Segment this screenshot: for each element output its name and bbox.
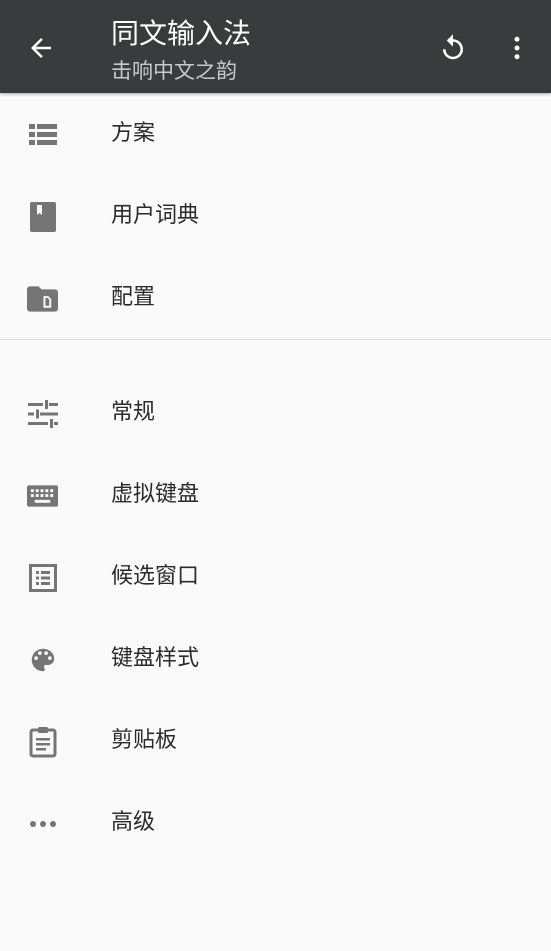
refresh-icon xyxy=(438,33,468,63)
list-item-label: 常规 xyxy=(111,400,156,425)
list-icon xyxy=(27,119,58,150)
list-item-user-dictionary[interactable]: 用户词典 xyxy=(0,175,551,257)
palette-icon xyxy=(27,644,58,675)
more-options-button[interactable] xyxy=(493,24,541,72)
list-item-candidate-window[interactable]: 候选窗口 xyxy=(0,536,551,618)
list-alt-icon xyxy=(27,562,58,593)
more-horiz-icon xyxy=(27,808,58,839)
folder-icon xyxy=(27,283,58,314)
list-item-label: 配置 xyxy=(111,285,156,310)
list-item-schemes[interactable]: 方案 xyxy=(0,93,551,175)
list-item-label: 虚拟键盘 xyxy=(111,482,200,507)
tune-icon xyxy=(27,398,58,429)
book-icon xyxy=(27,201,58,232)
arrow-back-icon xyxy=(26,33,56,63)
list-item-virtual-keyboard[interactable]: 虚拟键盘 xyxy=(0,454,551,536)
list-item-advanced[interactable]: 高级 xyxy=(0,782,551,864)
list-item-clipboard[interactable]: 剪贴板 xyxy=(0,700,551,782)
toolbar-subtitle: 击响中文之韵 xyxy=(111,59,237,83)
keyboard-icon xyxy=(27,480,58,511)
list-item-label: 高级 xyxy=(111,810,156,835)
list-item-keyboard-style[interactable]: 键盘样式 xyxy=(0,618,551,700)
settings-list: 方案 用户词典 配置 常规 虚拟键盘 候选窗口 键盘样式 剪贴板 高级 xyxy=(0,93,551,864)
list-item-label: 用户词典 xyxy=(111,203,200,228)
app-toolbar: 同文输入法 击响中文之韵 xyxy=(0,0,551,93)
refresh-button[interactable] xyxy=(429,24,477,72)
list-item-config[interactable]: 配置 xyxy=(0,257,551,339)
toolbar-title: 同文输入法 xyxy=(111,17,252,50)
clipboard-icon xyxy=(27,726,58,757)
list-item-label: 键盘样式 xyxy=(111,646,200,671)
list-item-label: 剪贴板 xyxy=(111,728,178,753)
list-item-label: 候选窗口 xyxy=(111,564,200,589)
more-vert-icon xyxy=(502,33,532,63)
back-button[interactable] xyxy=(16,23,66,73)
list-item-label: 方案 xyxy=(111,121,156,146)
list-item-general[interactable]: 常规 xyxy=(0,372,551,454)
